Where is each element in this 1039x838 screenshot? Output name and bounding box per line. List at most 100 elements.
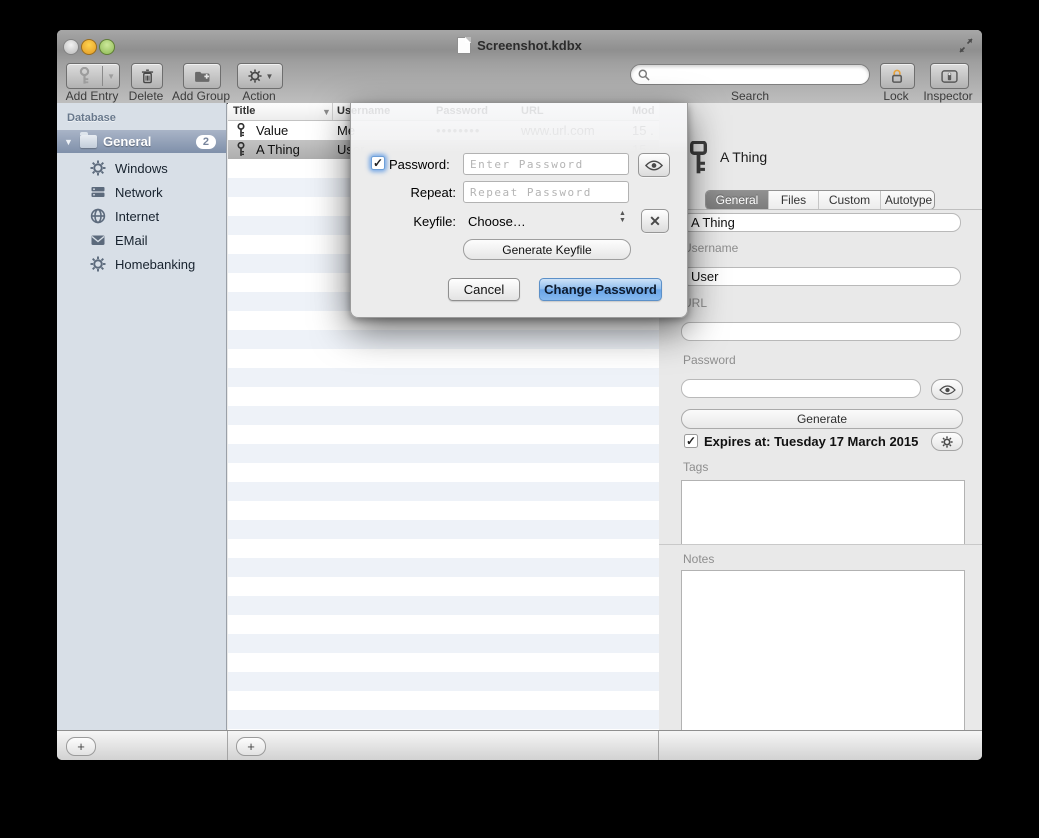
globe-icon bbox=[90, 208, 107, 225]
sidebar-item-homebanking[interactable]: Homebanking bbox=[57, 252, 226, 276]
password-input[interactable] bbox=[463, 153, 629, 175]
sidebar-item-windows[interactable]: Windows bbox=[57, 156, 226, 180]
sidebar-item-label: Network bbox=[115, 185, 163, 200]
gear-icon bbox=[90, 160, 107, 177]
footer-divider bbox=[227, 731, 228, 760]
sidebar-group-general[interactable]: ▼ General 2 bbox=[57, 130, 226, 153]
expires-label: Expires at: Tuesday 17 March 2015 bbox=[704, 434, 918, 449]
info-icon bbox=[941, 70, 958, 83]
repeat-label: Repeat: bbox=[351, 185, 456, 200]
tab-files[interactable]: Files bbox=[769, 191, 819, 209]
sidebar-group-label: General bbox=[103, 134, 196, 149]
tags-label: Tags bbox=[683, 460, 708, 474]
change-password-dialog: ✓ Password: Repeat: Keyfile: Choose… ▲▼ … bbox=[350, 103, 688, 318]
add-entry-label: Add Entry bbox=[66, 89, 119, 103]
checkmark-icon: ✓ bbox=[686, 434, 696, 448]
title-field[interactable] bbox=[681, 213, 961, 232]
clear-keyfile-button[interactable]: ✕ bbox=[641, 209, 669, 233]
search-icon bbox=[638, 69, 650, 81]
add-entry-button[interactable]: ▼ bbox=[66, 63, 120, 89]
notes-label: Notes bbox=[683, 552, 714, 566]
cancel-button[interactable]: Cancel bbox=[448, 278, 520, 301]
envelope-icon bbox=[90, 232, 107, 249]
tabs-divider bbox=[659, 209, 982, 210]
sidebar-item-label: EMail bbox=[115, 233, 148, 248]
generate-keyfile-button[interactable]: Generate Keyfile bbox=[463, 239, 631, 260]
sidebar-item-email[interactable]: EMail bbox=[57, 228, 226, 252]
url-field[interactable] bbox=[681, 322, 961, 341]
expires-options-button[interactable] bbox=[931, 432, 963, 451]
inspector-button[interactable] bbox=[930, 63, 969, 89]
sidebar: Database ▼ General 2 Windows Network Int… bbox=[57, 103, 227, 730]
stepper-icon[interactable]: ▲▼ bbox=[619, 210, 626, 224]
password-label: Password: bbox=[389, 157, 450, 172]
inspector-panel: A Thing General Files Custom Autotype Us… bbox=[659, 103, 982, 730]
section-divider bbox=[659, 544, 982, 545]
trash-icon bbox=[141, 69, 154, 84]
password-checkbox[interactable]: ✓ bbox=[371, 156, 385, 170]
sidebar-item-internet[interactable]: Internet bbox=[57, 204, 226, 228]
footer-bar: + + bbox=[57, 730, 982, 760]
keyfile-popup-value[interactable]: Choose… bbox=[468, 214, 526, 229]
inspector-tabs: General Files Custom Autotype bbox=[705, 190, 935, 210]
eye-icon bbox=[645, 160, 663, 171]
password-field[interactable] bbox=[681, 379, 921, 398]
disclosure-triangle-icon[interactable]: ▼ bbox=[64, 137, 74, 147]
window-title: Screenshot.kdbx bbox=[477, 38, 582, 53]
sidebar-item-label: Internet bbox=[115, 209, 159, 224]
key-icon bbox=[236, 123, 246, 138]
app-window: Screenshot.kdbx ▼ Add Entry Delete A bbox=[57, 30, 982, 760]
delete-label: Delete bbox=[129, 89, 164, 103]
add-group-footer-button[interactable]: + bbox=[66, 737, 96, 756]
search-input[interactable] bbox=[630, 64, 870, 85]
delete-button[interactable] bbox=[131, 63, 163, 89]
document-icon bbox=[457, 37, 471, 54]
window-title-bar: Screenshot.kdbx bbox=[57, 36, 982, 54]
inspector-entry-title: A Thing bbox=[720, 149, 767, 165]
tab-custom[interactable]: Custom bbox=[819, 191, 881, 209]
username-field[interactable] bbox=[681, 267, 961, 286]
tab-autotype[interactable]: Autotype bbox=[881, 191, 935, 209]
lock-button[interactable] bbox=[880, 63, 915, 89]
reveal-password-button[interactable] bbox=[931, 379, 963, 400]
gear-icon bbox=[90, 256, 107, 273]
add-entry-footer-button[interactable]: + bbox=[236, 737, 266, 756]
chevron-down-icon: ▼ bbox=[103, 72, 119, 81]
key-icon bbox=[687, 141, 710, 175]
repeat-password-input[interactable] bbox=[463, 181, 629, 203]
action-button[interactable]: ▼ bbox=[237, 63, 283, 89]
key-icon bbox=[67, 67, 102, 85]
inspector-label: Inspector bbox=[923, 89, 972, 103]
checkmark-icon: ✓ bbox=[373, 156, 383, 170]
tags-field[interactable] bbox=[681, 480, 965, 544]
footer-divider bbox=[658, 731, 659, 760]
add-group-button[interactable] bbox=[183, 63, 221, 89]
show-password-button[interactable] bbox=[638, 153, 670, 177]
sort-descending-icon: ▼ bbox=[322, 107, 331, 117]
cell-title: A Thing bbox=[256, 142, 300, 157]
add-group-label: Add Group bbox=[172, 89, 230, 103]
cell-title: Value bbox=[256, 123, 288, 138]
chevron-down-icon: ▼ bbox=[262, 72, 278, 81]
sidebar-item-network[interactable]: Network bbox=[57, 180, 226, 204]
eye-icon bbox=[939, 385, 956, 395]
action-label: Action bbox=[242, 89, 275, 103]
change-password-button[interactable]: Change Password bbox=[539, 278, 662, 301]
gear-icon bbox=[941, 436, 953, 448]
keyfile-label: Keyfile: bbox=[351, 214, 456, 229]
entry-count-badge: 2 bbox=[196, 135, 216, 149]
tab-general[interactable]: General bbox=[706, 191, 769, 209]
column-divider[interactable] bbox=[332, 103, 333, 120]
lock-label: Lock bbox=[883, 89, 908, 103]
generate-password-button[interactable]: Generate bbox=[681, 409, 963, 429]
folder-plus-icon bbox=[194, 70, 211, 83]
notes-field[interactable] bbox=[681, 570, 965, 755]
sidebar-header: Database bbox=[67, 112, 116, 124]
window-chrome: Screenshot.kdbx ▼ Add Entry Delete A bbox=[57, 30, 982, 104]
expires-checkbox[interactable]: ✓ bbox=[684, 434, 698, 448]
sidebar-item-label: Windows bbox=[115, 161, 168, 176]
gear-icon bbox=[248, 69, 262, 83]
column-header-title[interactable]: Title bbox=[233, 105, 255, 117]
fullscreen-icon[interactable] bbox=[958, 38, 974, 53]
password-label: Password bbox=[683, 353, 736, 367]
